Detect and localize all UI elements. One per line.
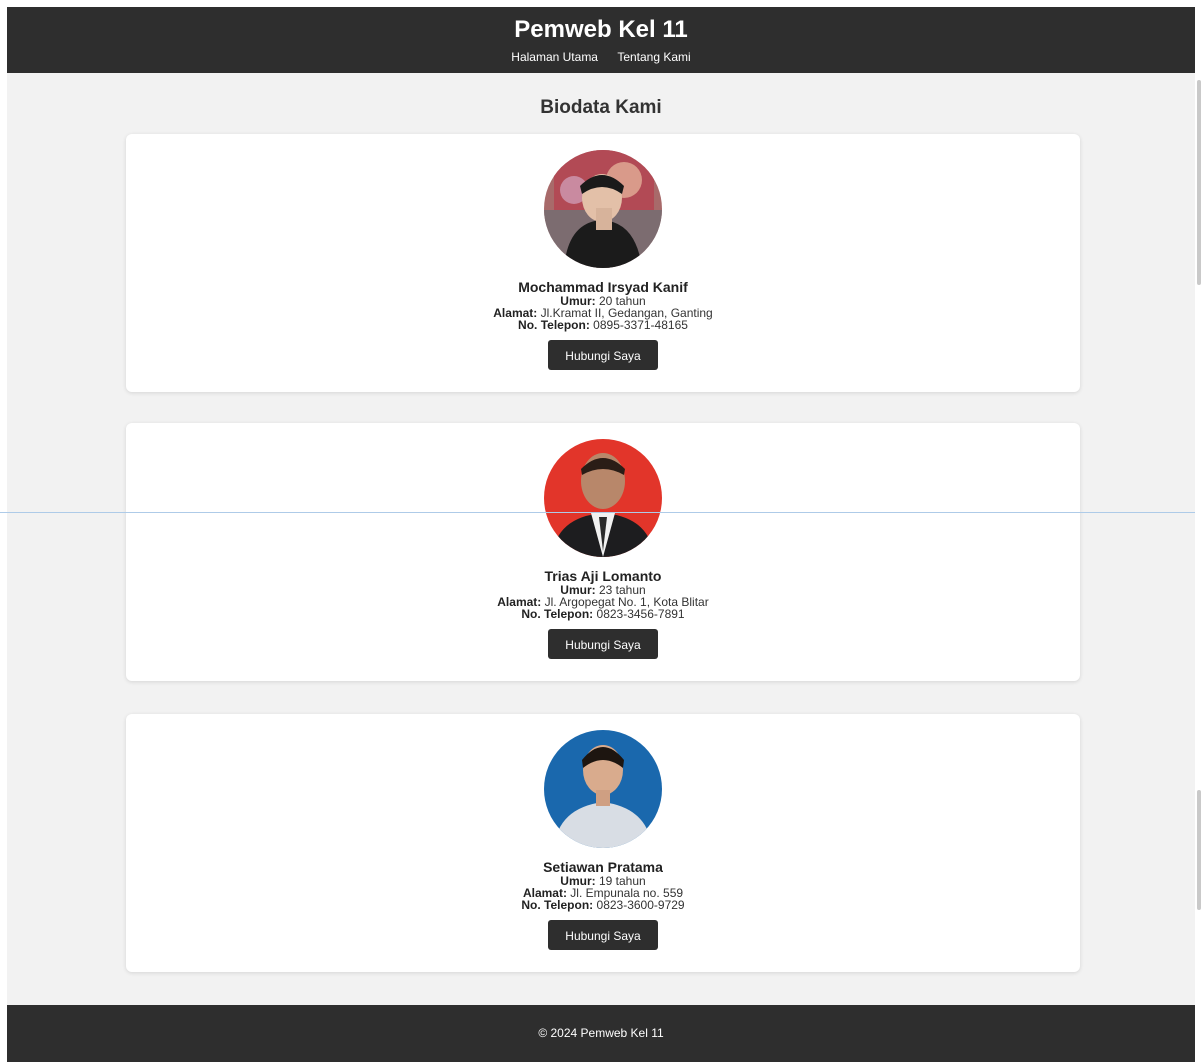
profile-card: Trias Aji Lomanto Umur: 23 tahun Alamat:… [126, 423, 1080, 681]
main-nav: Halaman Utama Tentang Kami [7, 50, 1195, 64]
contact-button[interactable]: Hubungi Saya [548, 629, 658, 659]
avatar [544, 439, 662, 557]
avatar [544, 150, 662, 268]
member-phone: No. Telepon: 0895-3371-48165 [518, 318, 688, 332]
nav-link-home[interactable]: Halaman Utama [511, 50, 598, 64]
page-viewport: Pemweb Kel 11 Halaman Utama Tentang Kami… [7, 7, 1195, 1062]
avatar [544, 730, 662, 848]
site-title: Pemweb Kel 11 [514, 16, 688, 43]
scrollbar-thumb[interactable] [1197, 790, 1201, 910]
contact-button[interactable]: Hubungi Saya [548, 920, 658, 950]
site-footer: © 2024 Pemweb Kel 11 [7, 1005, 1195, 1062]
profile-card: Setiawan Pratama Umur: 19 tahun Alamat: … [126, 714, 1080, 972]
profile-card: Mochammad Irsyad Kanif Umur: 20 tahun Al… [126, 134, 1080, 392]
member-phone: No. Telepon: 0823-3600-9729 [521, 898, 685, 912]
member-name: Trias Aji Lomanto [544, 568, 662, 584]
site-header: Pemweb Kel 11 Halaman Utama Tentang Kami [7, 7, 1195, 73]
nav-link-about[interactable]: Tentang Kami [617, 50, 690, 64]
guide-line [0, 512, 1196, 513]
member-name: Setiawan Pratama [543, 859, 663, 875]
member-phone: No. Telepon: 0823-3456-7891 [521, 607, 685, 621]
footer-copyright: © 2024 Pemweb Kel 11 [538, 1026, 664, 1040]
scrollbar[interactable] [1195, 0, 1203, 1062]
contact-button[interactable]: Hubungi Saya [548, 340, 658, 370]
section-title: Biodata Kami [540, 97, 662, 118]
scrollbar-thumb[interactable] [1197, 80, 1201, 285]
member-name: Mochammad Irsyad Kanif [518, 279, 688, 295]
